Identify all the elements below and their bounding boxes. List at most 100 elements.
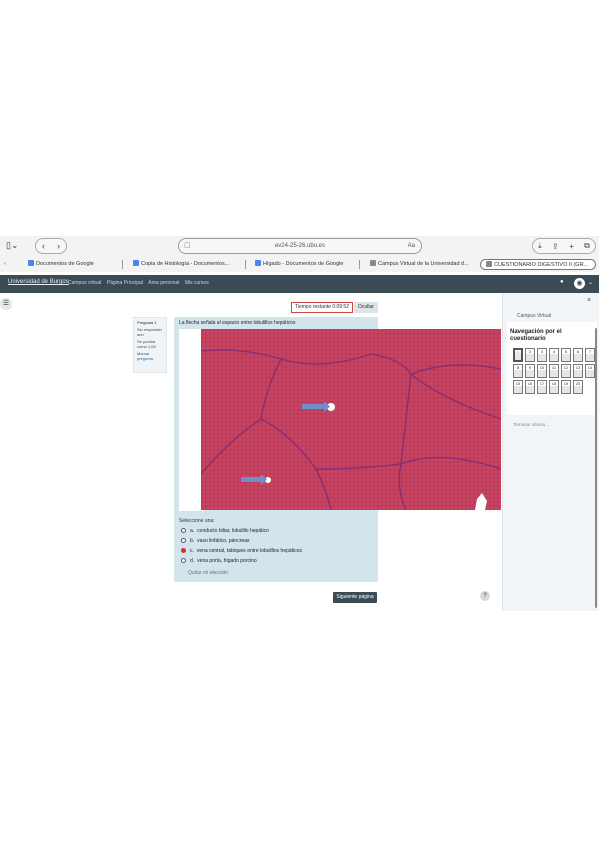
toolbar-actions: ⤓ ⇪ + ⧉ [532,238,596,254]
question-nav-status [515,353,521,360]
history-nav: ‹ › [35,238,67,254]
tab-divider [359,260,360,269]
chevron-down-icon[interactable]: ⌄ [588,279,593,286]
question-score: Se puntúa como 1,00 [137,339,156,349]
tab-divider [245,260,246,269]
tab-campus-virtual[interactable]: Campus Virtual de la Universidad d... [370,259,478,270]
question-number: Pregunta 1 [137,320,157,325]
tab-higado[interactable]: Hígado - Documentos de Google [255,259,357,270]
tab-cuestionario[interactable]: CUESTIONARIO DIGESTIVO II (GR... [480,259,596,270]
question-nav-button[interactable]: 11 [549,364,559,378]
question-nav-button[interactable]: 14 [585,364,595,378]
radio-c[interactable] [181,548,186,553]
course-index-toggle-icon[interactable]: ☰ [0,298,12,310]
docs-icon [28,260,34,266]
back-icon[interactable]: ‹ [42,241,45,251]
site-icon: ▢ [184,242,191,249]
address-bar[interactable]: ▢ ev24-25-26.ubu.es Aa [178,238,422,254]
question-nav-status [586,370,594,377]
question-nav-status [514,370,522,377]
question-nav-status [562,354,570,361]
question-nav-button[interactable]: 12 [561,364,571,378]
nav-item-courses[interactable]: Mis cursos [185,280,209,286]
reader-button[interactable]: Aa [408,239,415,253]
question-nav-button[interactable]: 9 [525,364,535,378]
docs-icon [255,260,261,266]
tab-strip: ‹ Documentos de Google Copia de Histolog… [0,258,599,271]
user-avatar-icon[interactable]: ◉ [574,278,585,289]
browser-toolbar: ▯⌄ ‹ › ▢ ev24-25-26.ubu.es Aa ⤓ ⇪ + ⧉ [0,236,599,256]
question-nav-button[interactable]: 16 [525,380,535,394]
new-tab-icon[interactable]: + [569,242,574,251]
question-nav-status [550,370,558,377]
question-nav-button[interactable]: 4 [549,348,559,362]
question-nav-button[interactable]: 7 [585,348,595,362]
question-nav-button[interactable]: 1 [513,348,523,362]
finish-attempt-link[interactable]: Terminar intento... [513,422,549,427]
docs-icon [133,260,139,266]
question-nav-button[interactable]: 8 [513,364,523,378]
liver-tissue [201,329,501,510]
question-nav-button[interactable]: 6 [573,348,583,362]
question-nav-button[interactable]: 18 [549,380,559,394]
quiz-navigation-block: Navegación por el cuestionario 123456789… [507,322,597,427]
question-nav-status [574,354,582,361]
next-page-button[interactable]: Siguiente página [333,592,377,603]
answer-option-b[interactable]: b. vaso linfático, páncreas [181,538,249,544]
screenshot-root: ▯⌄ ‹ › ▢ ev24-25-26.ubu.es Aa ⤓ ⇪ + ⧉ ‹ … [0,0,599,848]
drawer-scrollbar[interactable] [595,328,597,608]
answer-option-c[interactable]: c. vena central, tabiques entre lobulillo… [181,548,302,554]
app-header: Universidad de Burgos Campus virtual Pág… [0,275,599,293]
question-nav-button[interactable]: 15 [513,380,523,394]
question-nav-button[interactable]: 17 [537,380,547,394]
tab-overview-icon[interactable]: ⧉ [584,241,590,251]
flag-question-link[interactable]: Marcar pregunta [137,351,163,361]
question-status: Sin responder aún [137,327,162,337]
nav-item-personal[interactable]: Área personal [148,280,179,286]
answer-option-d[interactable]: d. vena porta, hígado porcino [181,558,257,564]
tab-google-docs[interactable]: Documentos de Google [28,259,120,270]
question-nav-button[interactable]: 20 [573,380,583,394]
forward-icon[interactable]: › [57,241,60,251]
clear-choice-link[interactable]: Quitar mi elección [188,570,228,576]
question-nav-button[interactable]: 2 [525,348,535,362]
drawer-title: Navegación por el cuestionario [510,329,562,342]
tab-histologia[interactable]: Copia de Histología - Documentos... [133,259,243,270]
download-icon[interactable]: ⤓ [538,241,542,251]
tab-chevron-icon[interactable]: ‹ [4,259,6,270]
url-text: ev24-25-26.ubu.es [274,243,326,249]
question-nav-button[interactable]: 5 [561,348,571,362]
question-nav-button[interactable]: 19 [561,380,571,394]
question-nav-status [538,370,546,377]
radio-d[interactable] [181,558,186,563]
question-nav-button[interactable]: 13 [573,364,583,378]
close-icon[interactable]: × [587,297,591,304]
campus-icon [486,261,492,267]
question-nav-button[interactable]: 3 [537,348,547,362]
brand-link[interactable]: Universidad de Burgos [8,279,69,285]
hide-timer-button[interactable]: Ocultar [354,302,378,313]
question-nav-button[interactable]: 10 [537,364,547,378]
question-nav-status [562,370,570,377]
question-nav-status [526,386,534,393]
question-nav-status [538,386,546,393]
answer-option-a[interactable]: a. conducto biliar, lobulillo hepático [181,528,269,534]
nav-item-home[interactable]: Página Principal [107,280,143,286]
drawer-campus-label: Campus Virtual [517,313,552,319]
radio-a[interactable] [181,528,186,533]
question-info: Pregunta 1 Sin responder aún Se puntúa c… [133,317,167,373]
campus-icon [370,260,376,266]
question-nav-status [526,370,534,377]
notification-icon[interactable]: ● [560,279,564,285]
question-nav-status [586,354,594,361]
share-icon[interactable]: ⇪ [552,242,559,251]
select-label: Seleccione una: [179,518,215,524]
sidebar-toggle-icon[interactable]: ▯⌄ [6,240,19,251]
main-nav: Campus virtual Página Principal Área per… [68,280,213,286]
help-button[interactable]: ? [480,591,490,601]
radio-b[interactable] [181,538,186,543]
question-nav-status [574,370,582,377]
question-nav-status [526,354,534,361]
question-nav-status [550,386,558,393]
nav-item-campus[interactable]: Campus virtual [68,280,101,286]
